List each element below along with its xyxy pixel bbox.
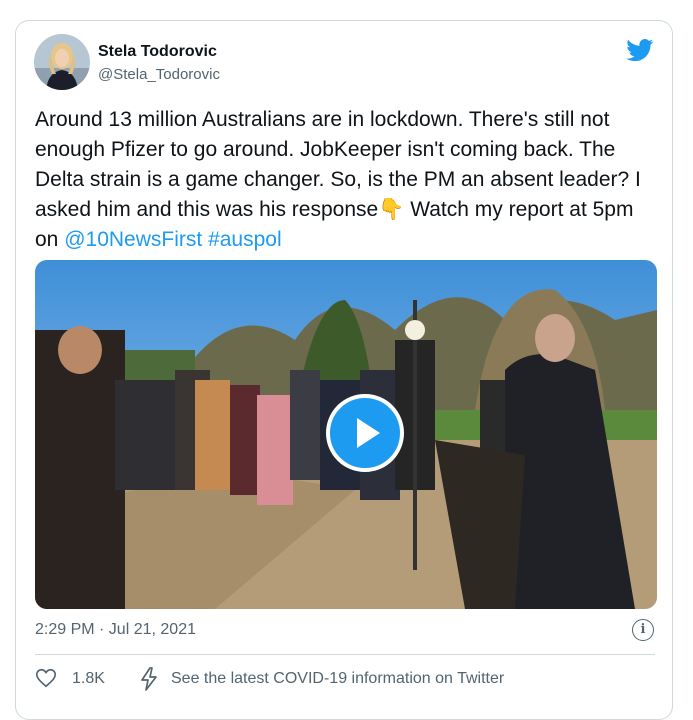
divider	[35, 654, 655, 655]
play-icon	[357, 418, 380, 448]
tweet-timestamp[interactable]: 2:29 PM · Jul 21, 2021	[35, 621, 196, 639]
twitter-bird-icon[interactable]	[626, 39, 654, 67]
tweet-actions: 1.8K See the latest COVID-19 information…	[35, 667, 655, 691]
covid-info-link[interactable]: See the latest COVID-19 information on T…	[171, 670, 504, 688]
mention-link[interactable]: @10NewsFirst	[64, 228, 202, 251]
info-icon[interactable]: i	[632, 619, 654, 641]
tweet-card: Stela Todorovic @Stela_Todorovic Around …	[15, 20, 673, 720]
avatar[interactable]	[34, 34, 90, 90]
like-count[interactable]: 1.8K	[72, 670, 105, 688]
author-handle[interactable]: @Stela_Todorovic	[98, 66, 220, 83]
heart-icon[interactable]	[35, 667, 57, 694]
author-name[interactable]: Stela Todorovic	[98, 43, 217, 61]
play-button[interactable]	[326, 394, 404, 472]
hashtag-link[interactable]: #auspol	[208, 228, 282, 251]
tweet-text: Around 13 million Australians are in loc…	[35, 105, 660, 255]
bolt-icon[interactable]	[139, 667, 159, 696]
video-thumbnail[interactable]	[35, 260, 657, 609]
point-down-emoji: 👇	[378, 198, 405, 221]
